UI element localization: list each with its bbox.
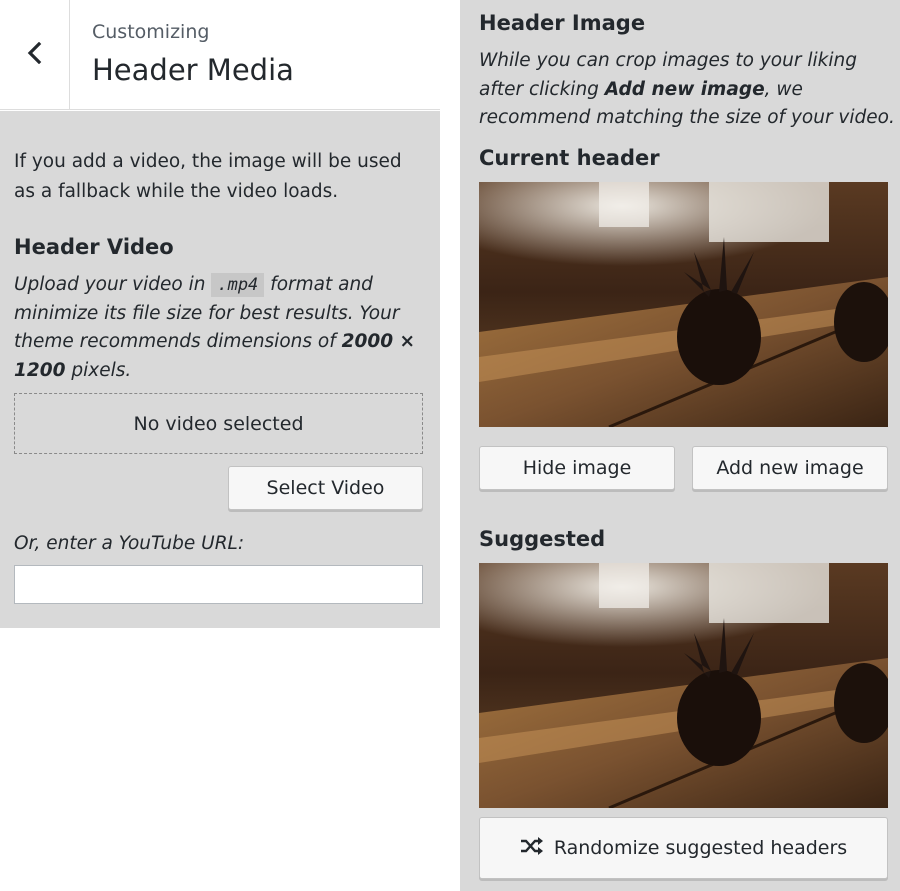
header-video-panel: If you add a video, the image will be us… bbox=[0, 111, 440, 628]
customizer-sidebar: Customizing Header Media If you add a vi… bbox=[0, 0, 440, 891]
hide-image-button[interactable]: Hide image bbox=[479, 446, 675, 490]
header-image-title: Header Image bbox=[479, 11, 646, 35]
current-header-image bbox=[479, 182, 888, 427]
format-code: .mp4 bbox=[211, 273, 265, 297]
youtube-url-input[interactable] bbox=[14, 565, 423, 604]
current-header-title: Current header bbox=[479, 146, 660, 170]
randomize-label: Randomize suggested headers bbox=[553, 837, 848, 859]
section-header: Customizing Header Media bbox=[0, 0, 440, 110]
section-title-group: Customizing Header Media bbox=[92, 18, 294, 90]
select-video-button[interactable]: Select Video bbox=[228, 466, 423, 510]
intro-text: If you add a video, the image will be us… bbox=[14, 151, 402, 202]
suggested-title: Suggested bbox=[479, 527, 606, 551]
header-video-title: Header Video bbox=[14, 235, 174, 259]
dropzone-placeholder: No video selected bbox=[133, 412, 304, 435]
suggested-header-image[interactable] bbox=[479, 563, 888, 808]
video-dropzone[interactable]: No video selected bbox=[14, 393, 423, 454]
header-video-description: Upload your video in .mp4 format and min… bbox=[14, 271, 426, 385]
breadcrumb: Customizing bbox=[92, 21, 210, 43]
shuffle-icon bbox=[520, 836, 554, 861]
add-new-image-button[interactable]: Add new image bbox=[692, 446, 888, 490]
back-button[interactable] bbox=[0, 0, 70, 110]
desc-bold: Add new image bbox=[604, 78, 765, 100]
chevron-left-icon bbox=[24, 41, 46, 68]
youtube-url-label: Or, enter a YouTube URL: bbox=[14, 533, 245, 554]
header-image-panel: Header Image While you can crop images t… bbox=[460, 0, 900, 891]
desc-text: Upload your video in bbox=[14, 274, 212, 295]
header-image-description: While you can crop images to your liking… bbox=[479, 47, 895, 133]
randomize-headers-button[interactable]: Randomize suggested headers bbox=[479, 817, 888, 879]
desc-text: pixels. bbox=[65, 359, 132, 381]
page-title: Header Media bbox=[92, 53, 294, 87]
